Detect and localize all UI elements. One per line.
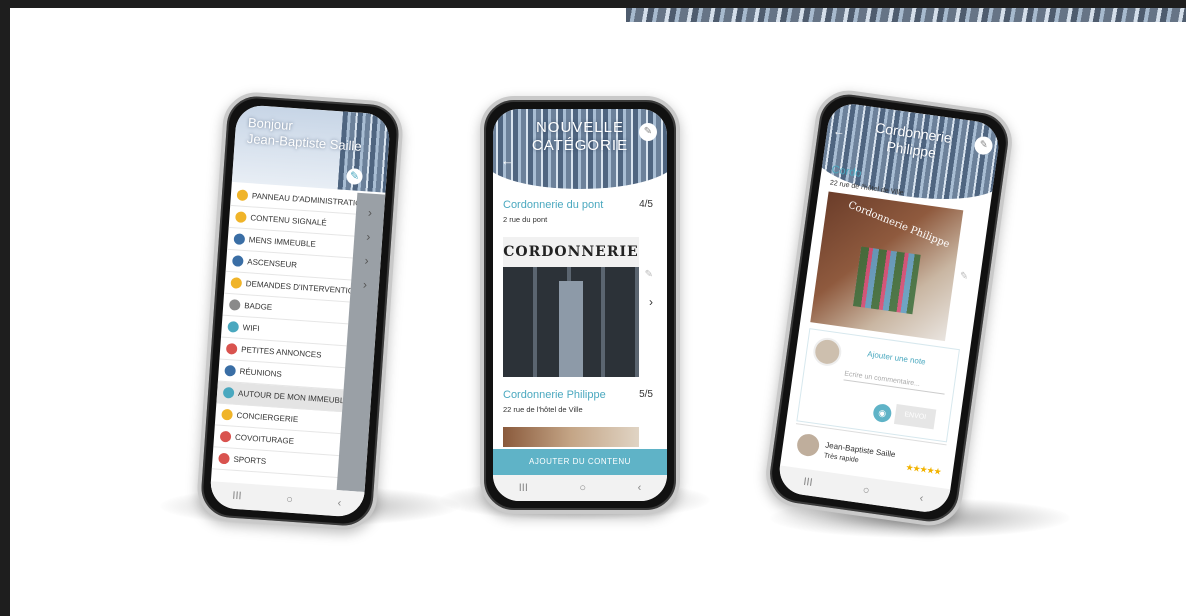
tag-icon: [225, 342, 238, 355]
add-rating-label[interactable]: Ajouter une note: [867, 349, 926, 366]
place-photo[interactable]: [503, 427, 639, 447]
page-title: Cordonnerie Philippe: [815, 111, 1002, 171]
chevron-right-icon: ›: [362, 277, 368, 292]
menu-item-label: RÉUNIONS: [239, 366, 283, 379]
avatar: [795, 432, 821, 458]
back-arrow-icon[interactable]: ←: [832, 124, 846, 140]
chevron-right-icon: ›: [364, 253, 370, 268]
menu-item-label: PETITES ANNONCES: [240, 345, 322, 360]
menu-item-label: CONTENU SIGNALÉ: [250, 213, 327, 228]
car-icon: [219, 430, 232, 443]
menu-item-label: MENS IMMEUBLE: [248, 235, 317, 249]
chevron-right-icon: ›: [367, 205, 373, 220]
greeting: Bonjour Jean-Baptiste Saille: [246, 115, 363, 155]
menu-item-label: AUTOUR DE MON IMMEUBLE: [237, 388, 344, 406]
chevron-right-icon[interactable]: ›: [649, 295, 653, 309]
menu-item-label: COVOITURAGE: [234, 432, 295, 446]
edit-pencil-icon[interactable]: ✎: [639, 123, 657, 141]
menu-header: Bonjour Jean-Baptiste Saille ✎: [231, 104, 391, 193]
phone-place-detail-screen: Cordonnerie Philippe ← ✎ Cordo 22 rue de…: [761, 86, 1017, 530]
review-text: Très rapide: [823, 452, 860, 465]
place-name: Cordonnerie Philippe: [503, 389, 606, 401]
category-header: NOUVELLE CATÉGORIE ← ✎: [493, 109, 667, 189]
shop-window: [852, 246, 921, 315]
rating-stars: ★★★★★: [905, 461, 942, 477]
recent-apps-button[interactable]: III: [232, 490, 242, 503]
side-menu: PANNEAU D'ADMINISTRATION CONTENU SIGNALÉ M…: [211, 183, 358, 479]
menu-item-label: SPORTS: [233, 454, 267, 466]
back-button[interactable]: ‹: [638, 482, 642, 494]
menu-item-label: PANNEAU D'ADMINISTRATION: [251, 191, 358, 209]
menu-item-label: CONCIERGERIE: [236, 410, 299, 425]
flag-icon: [235, 211, 247, 224]
bell-icon: [221, 408, 233, 421]
home-button[interactable]: ○: [286, 494, 293, 506]
edit-pencil-icon[interactable]: ✎: [645, 269, 653, 280]
screen: Bonjour Jean-Baptiste Saille ✎ PANNEAU D…: [209, 104, 391, 518]
menu-item-label: BADGE: [243, 301, 273, 313]
home-button[interactable]: ○: [579, 482, 586, 494]
comment-input[interactable]: Ecrire un commentaire...: [843, 370, 946, 395]
place-rating: 4/5: [639, 199, 653, 210]
recent-apps-button[interactable]: III: [803, 476, 814, 489]
elevator-icon: [231, 255, 244, 267]
menu-item-label: DEMANDES D'INTERVENTIONS: [245, 279, 352, 297]
back-button[interactable]: ‹: [919, 492, 924, 504]
presentation-canvas: Bonjour Jean-Baptiste Saille ✎ PANNEAU D…: [10, 8, 1186, 616]
place-photo[interactable]: CORDONNERIE: [503, 237, 639, 377]
chevron-right-icon: ›: [365, 229, 371, 244]
screen: NOUVELLE CATÉGORIE ← ✎ Cordonnerie du po…: [493, 109, 667, 501]
back-button[interactable]: ‹: [337, 497, 342, 509]
add-content-button[interactable]: AJOUTER DU CONTENU: [493, 449, 667, 475]
home-button[interactable]: ○: [862, 484, 870, 497]
list-item-header[interactable]: Cordonnerie Philippe 5/5: [503, 389, 653, 401]
avatar: [811, 336, 844, 368]
menu-item-label: WIFI: [242, 323, 260, 334]
list-item-header[interactable]: Cordonnerie du pont 4/5: [503, 199, 653, 211]
camera-icon[interactable]: ◉: [872, 402, 893, 424]
phone-category-screen: NOUVELLE CATÉGORIE ← ✎ Cordonnerie du po…: [480, 96, 680, 514]
place-address: 22 rue de l'hôtel de Ville: [503, 405, 583, 414]
title-line-2: CATÉGORIE: [531, 137, 629, 154]
shop-door: [559, 281, 583, 377]
review-form: Ajouter une note Ecrire un commentaire..…: [796, 328, 960, 443]
edit-pencil-icon[interactable]: ✎: [959, 271, 969, 283]
sport-icon: [218, 452, 230, 465]
android-nav-bar: III ○ ‹: [493, 475, 667, 501]
back-arrow-icon[interactable]: ←: [501, 153, 514, 168]
menu-item-label: ASCENSEUR: [246, 257, 298, 270]
badge-icon: [228, 299, 241, 311]
building-banner-image: [626, 8, 1186, 22]
tool-icon: [230, 277, 243, 289]
place-rating: 5/5: [639, 389, 653, 400]
wifi-icon: [227, 321, 240, 333]
send-button[interactable]: ENVOI: [893, 404, 937, 430]
place-photo[interactable]: Cordonnerie Philippe: [810, 191, 964, 342]
recent-apps-button[interactable]: III: [519, 482, 528, 494]
location-icon: [222, 386, 235, 399]
phone-menu-screen: Bonjour Jean-Baptiste Saille ✎ PANNEAU D…: [195, 90, 405, 532]
place-name: Cordonnerie du pont: [503, 199, 604, 211]
calendar-icon: [224, 364, 237, 377]
screen: Cordonnerie Philippe ← ✎ Cordo 22 rue de…: [776, 100, 1002, 516]
wrench-icon: [236, 189, 249, 202]
shop-sign-text: Cordonnerie Philippe: [846, 199, 951, 251]
shop-sign-text: CORDONNERIE: [503, 237, 639, 267]
building-icon: [233, 233, 246, 245]
place-address: 2 rue du pont: [503, 215, 548, 224]
